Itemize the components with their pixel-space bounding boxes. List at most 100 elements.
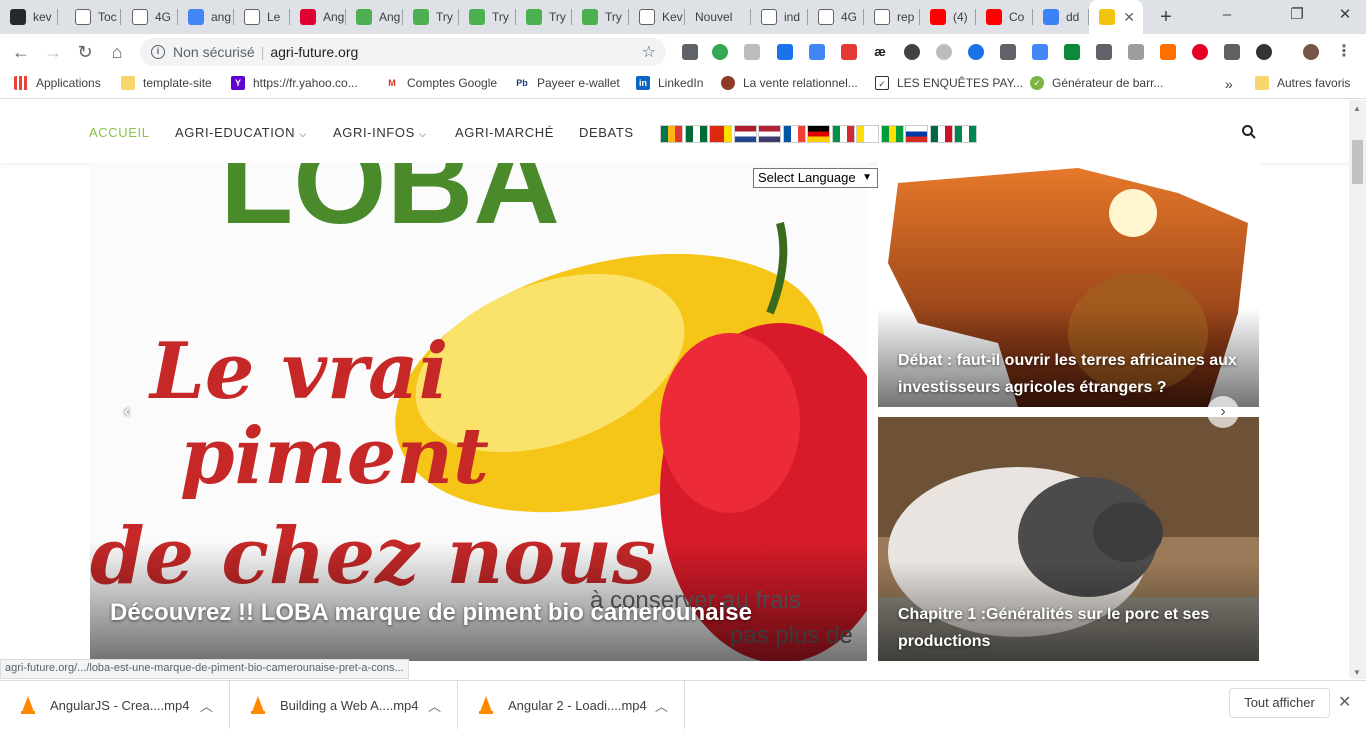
extension-icon[interactable] [1256, 44, 1272, 60]
new-tab-button[interactable]: + [1154, 4, 1178, 30]
flag-italy-icon[interactable] [831, 125, 855, 143]
download-item[interactable]: Angular 2 - Loadi....mp4 ︿ [458, 681, 685, 729]
chrome-menu-icon[interactable]: ⋮ [1336, 44, 1352, 60]
browser-tab[interactable]: Try [403, 0, 459, 34]
close-downloads-icon[interactable]: ✕ [1338, 692, 1351, 712]
profile-avatar[interactable] [1303, 44, 1319, 60]
pinterest-icon[interactable] [1192, 44, 1208, 60]
browser-tab[interactable]: Try [459, 0, 516, 34]
flag-brazil-icon[interactable] [880, 125, 904, 143]
browser-tab[interactable]: ✕ [1089, 0, 1143, 34]
flag-france-icon[interactable] [782, 125, 806, 143]
flag-vatican-icon[interactable] [856, 125, 879, 143]
browser-tab[interactable]: Nouvel [685, 0, 751, 34]
browser-tab[interactable]: rep [864, 0, 920, 34]
browser-tab[interactable]: Co [976, 0, 1033, 34]
extension-icon[interactable] [904, 44, 920, 60]
extension-icon[interactable] [682, 44, 698, 60]
browser-tab[interactable]: ind [751, 0, 808, 34]
extension-icon[interactable]: æ [872, 44, 888, 60]
slider-next-button[interactable]: › [1207, 396, 1239, 428]
featured-caption[interactable]: Découvrez !! LOBA marque de piment bio c… [90, 541, 867, 661]
browser-tab[interactable]: (4) [920, 0, 976, 34]
extension-icon[interactable] [968, 44, 984, 60]
menu-debats[interactable]: DEBATS [579, 125, 634, 140]
menu-agri-education[interactable]: AGRI-EDUCATION ⌵ [175, 125, 307, 140]
extension-icon[interactable] [712, 44, 728, 60]
restore-button[interactable]: ❐ [1282, 4, 1312, 28]
flag-mexico-icon[interactable] [929, 125, 953, 143]
address-bar[interactable]: i Non sécurisé | agri-future.org ☆ [140, 38, 666, 66]
info-icon[interactable]: i [151, 45, 165, 59]
browser-tab[interactable]: Toc [65, 0, 121, 34]
menu-accueil[interactable]: ACCUEIL [89, 125, 150, 140]
extension-icon[interactable] [1000, 44, 1016, 60]
chevron-up-icon[interactable]: ︿ [655, 696, 668, 715]
bookmark-template-site[interactable]: template-site [121, 76, 212, 90]
extension-icon[interactable] [1032, 44, 1048, 60]
browser-tab[interactable]: 4G [808, 0, 864, 34]
flag-nigeria-icon[interactable] [954, 125, 977, 143]
extension-icon[interactable] [777, 44, 793, 60]
extension-icon[interactable] [1096, 44, 1112, 60]
download-item[interactable]: AngularJS - Crea....mp4 ︿ [0, 681, 230, 729]
bookmark-applications[interactable]: Applications [14, 76, 101, 90]
browser-tab[interactable]: ang [178, 0, 234, 34]
flag-china-icon[interactable] [709, 125, 732, 143]
close-window-button[interactable]: ✕ [1330, 4, 1360, 28]
flag-south-africa-icon[interactable] [660, 125, 683, 143]
bookmark-generateur[interactable]: ✓ Générateur de barr... [1030, 76, 1163, 90]
extension-icon[interactable] [744, 44, 760, 60]
browser-tab[interactable]: Ang [346, 0, 403, 34]
show-all-downloads-button[interactable]: Tout afficher [1229, 688, 1330, 718]
featured-post[interactable]: LOBA Le vrai piment de chez nous à conse… [90, 163, 867, 661]
bookmarks-overflow-button[interactable]: » [1225, 76, 1233, 92]
language-select[interactable]: Select Language ▼ [753, 168, 878, 188]
download-item[interactable]: Building a Web A....mp4 ︿ [230, 681, 458, 729]
browser-tab[interactable]: Ang [290, 0, 346, 34]
url-text[interactable]: agri-future.org [270, 44, 358, 60]
bookmark-star-icon[interactable]: ☆ [642, 42, 656, 62]
slider-prev-button[interactable]: ‹ [116, 400, 138, 422]
close-tab-icon[interactable]: ✕ [1123, 9, 1135, 26]
bookmark-enquetes[interactable]: ✓ LES ENQUÊTES PAY... [875, 76, 1023, 90]
bookmark-vente[interactable]: La vente relationnel... [721, 76, 858, 90]
flag-netherlands-icon[interactable] [733, 125, 757, 143]
bookmark-payeer[interactable]: Pb Payeer e-wallet [515, 76, 619, 90]
browser-tab[interactable]: 4G [122, 0, 178, 34]
extension-icon[interactable] [1224, 44, 1240, 60]
extension-icon[interactable] [1128, 44, 1144, 60]
flag-russia-icon[interactable] [905, 125, 928, 143]
bookmark-linkedin[interactable]: in LinkedIn [636, 76, 703, 90]
chevron-up-icon[interactable]: ︿ [428, 696, 441, 715]
side-post-caption[interactable]: Chapitre 1 :Généralités sur le porc et s… [878, 561, 1259, 661]
scroll-up-icon[interactable]: ▲ [1353, 104, 1361, 113]
extension-icon[interactable] [1064, 44, 1080, 60]
browser-tab[interactable]: kev [0, 0, 58, 34]
side-post-caption[interactable]: Débat : faut-il ouvrir les terres africa… [878, 307, 1259, 407]
flag-arabic-icon[interactable] [684, 125, 708, 143]
extension-icon[interactable] [936, 44, 952, 60]
browser-tab[interactable]: Try [516, 0, 572, 34]
extension-icon[interactable] [1160, 44, 1176, 60]
flag-germany-icon[interactable] [807, 125, 830, 143]
side-post[interactable]: Chapitre 1 :Généralités sur le porc et s… [878, 417, 1259, 661]
flag-usa-icon[interactable] [758, 125, 781, 143]
page-scrollbar[interactable]: ▲ ▼ [1349, 100, 1366, 679]
bookmark-yahoo[interactable]: Y https://fr.yahoo.co... [231, 76, 358, 90]
minimize-button[interactable]: – [1212, 4, 1242, 28]
browser-tab[interactable]: Try [572, 0, 629, 34]
home-button[interactable]: ⌂ [105, 40, 129, 64]
scroll-down-icon[interactable]: ▼ [1353, 668, 1361, 677]
side-post[interactable]: Débat : faut-il ouvrir les terres africa… [878, 163, 1259, 407]
reload-button[interactable]: ↻ [73, 40, 97, 64]
menu-agri-infos[interactable]: AGRI-INFOS ⌵ [333, 125, 427, 140]
chevron-up-icon[interactable]: ︿ [200, 696, 213, 715]
browser-tab[interactable]: Le [234, 0, 290, 34]
bookmark-other-favorites[interactable]: Autres favoris [1255, 76, 1350, 90]
bookmark-google-accounts[interactable]: M Comptes Google [385, 76, 497, 90]
scrollbar-thumb[interactable] [1352, 140, 1363, 184]
browser-tab[interactable]: dd [1033, 0, 1089, 34]
search-icon[interactable] [1241, 124, 1257, 140]
browser-tab[interactable]: Kev [629, 0, 685, 34]
